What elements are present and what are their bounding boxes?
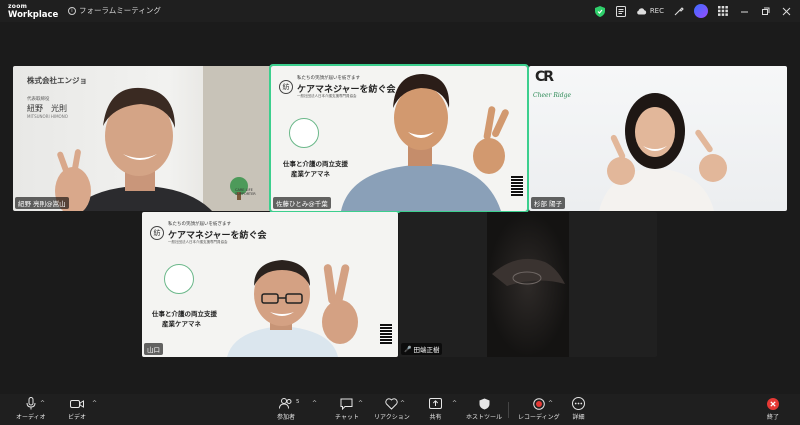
video-tile-participant-3[interactable]: CR Cheer Ridge 杉部 陽子 — [529, 66, 787, 211]
heart-icon — [385, 397, 398, 410]
participants-icon — [279, 397, 293, 410]
share-screen-icon — [429, 397, 442, 410]
reactions-options-chevron-icon[interactable]: ^ — [400, 400, 405, 407]
shield-icon — [479, 397, 490, 410]
meeting-info[interactable]: i フォーラムミーティング — [68, 5, 161, 16]
record-icon — [532, 397, 545, 410]
participants-label: 参加者 — [277, 414, 296, 421]
participants-count: 5 — [296, 399, 300, 405]
video-label: ビデオ — [68, 414, 87, 421]
qr-code — [380, 324, 392, 344]
end-meeting-button[interactable]: 終了 — [767, 397, 779, 421]
minimize-icon[interactable] — [738, 5, 750, 17]
more-label: 詳細 — [572, 414, 585, 421]
video-tile-participant-1[interactable]: 株式会社エンジョ 代表取締役 紐野 光則 MITSUNORI HIMONO CA… — [13, 66, 271, 211]
encryption-shield-icon[interactable] — [594, 5, 606, 17]
chat-icon — [340, 397, 353, 410]
share-button[interactable]: 共有 — [429, 397, 442, 421]
participant-name: 紐野 亮則@嵩山 — [18, 200, 66, 208]
recording-label: レコーディング — [518, 414, 560, 421]
chat-options-chevron-icon[interactable]: ^ — [358, 400, 363, 407]
participant-video — [55, 66, 271, 211]
record-button[interactable]: レコーディング — [518, 397, 560, 421]
share-options-chevron-icon[interactable]: ^ — [452, 400, 457, 407]
info-icon[interactable]: i — [68, 6, 76, 15]
toolbar-divider — [508, 402, 509, 418]
participant-name-tag: 紐野 亮則@嵩山 — [15, 197, 69, 209]
participant-video — [599, 93, 727, 211]
more-button[interactable]: 詳細 — [572, 397, 585, 421]
reactions-label: リアクション — [374, 414, 410, 421]
participant-name: 杉部 陽子 — [534, 200, 563, 208]
participant-name-tag: 佐藤ひとみ@千葉 — [273, 197, 331, 209]
audio-label: オーディオ — [16, 414, 46, 421]
notes-icon[interactable] — [615, 5, 627, 17]
more-dots-icon — [572, 397, 585, 410]
chat-label: チャット — [335, 414, 359, 421]
whiteboard-icon[interactable] — [673, 5, 685, 17]
meeting-controls: オーディオ ^ ビデオ ^ 参加者 5 ^ チャット ^ リアクション ^ 共有… — [0, 394, 800, 425]
video-options-chevron-icon[interactable]: ^ — [92, 400, 97, 407]
cloud-icon — [637, 8, 646, 15]
participant-name-tag: 杉部 陽子 — [531, 197, 566, 209]
record-options-chevron-icon[interactable]: ^ — [548, 400, 553, 407]
video-button[interactable]: ビデオ — [68, 397, 86, 421]
participants-button[interactable]: 参加者 — [277, 397, 295, 421]
host-tools-label: ホストツール — [466, 414, 503, 421]
ai-companion-icon[interactable] — [694, 4, 708, 18]
zoom-logo: zoom Workplace — [8, 3, 58, 19]
video-tile-participant-5[interactable]: 🎤 田端正樹 — [399, 212, 657, 357]
video-tile-participant-4[interactable]: 紡 私たちの笑顔が届いを紡ぎます ケアマネジャーを紡ぐ会 一般社団法人日本介護支… — [142, 212, 398, 357]
participant-video — [341, 74, 509, 211]
participant-video — [487, 212, 569, 357]
participants-options-chevron-icon[interactable]: ^ — [312, 400, 317, 407]
muted-mic-icon: 🎤 — [404, 345, 412, 353]
share-label: 共有 — [429, 414, 442, 421]
tree-logo-label: CARE LIFE SUPPORTER — [235, 188, 256, 196]
camera-icon — [70, 397, 84, 410]
qr-code — [511, 176, 523, 196]
end-label: 終了 — [767, 414, 780, 421]
apps-grid-icon[interactable] — [717, 5, 729, 17]
participant-name-tag: 🎤 田端正樹 — [401, 343, 443, 355]
participant-video — [227, 260, 358, 357]
participant-name: 山口 — [147, 346, 160, 354]
audio-options-chevron-icon[interactable]: ^ — [40, 400, 45, 407]
video-gallery: 株式会社エンジョ 代表取締役 紐野 光則 MITSUNORI HIMONO CA… — [0, 22, 800, 394]
chat-button[interactable]: チャット — [335, 397, 359, 421]
end-call-icon — [767, 397, 779, 410]
cloud-recording-status[interactable]: REC — [636, 7, 664, 15]
participant-name: 田端正樹 — [413, 346, 440, 354]
close-icon[interactable] — [780, 5, 792, 17]
video-tile-participant-2[interactable]: 紡 私たちの笑顔が届いを紡ぎます ケアマネジャーを紡ぐ会 一般社団法人日本介護支… — [269, 64, 529, 213]
restore-icon[interactable] — [759, 5, 771, 17]
microphone-icon — [26, 397, 36, 410]
rec-label: REC — [649, 7, 664, 15]
logo-line2: Workplace — [8, 10, 59, 20]
participant-name-tag: 山口 — [144, 343, 163, 355]
title-bar: zoom Workplace i フォーラムミーティング REC — [0, 0, 800, 22]
meeting-title: フォーラムミーティング — [79, 6, 161, 15]
host-tools-button[interactable]: ホストツール — [466, 397, 502, 421]
participant-name: 佐藤ひとみ@千葉 — [276, 200, 328, 208]
